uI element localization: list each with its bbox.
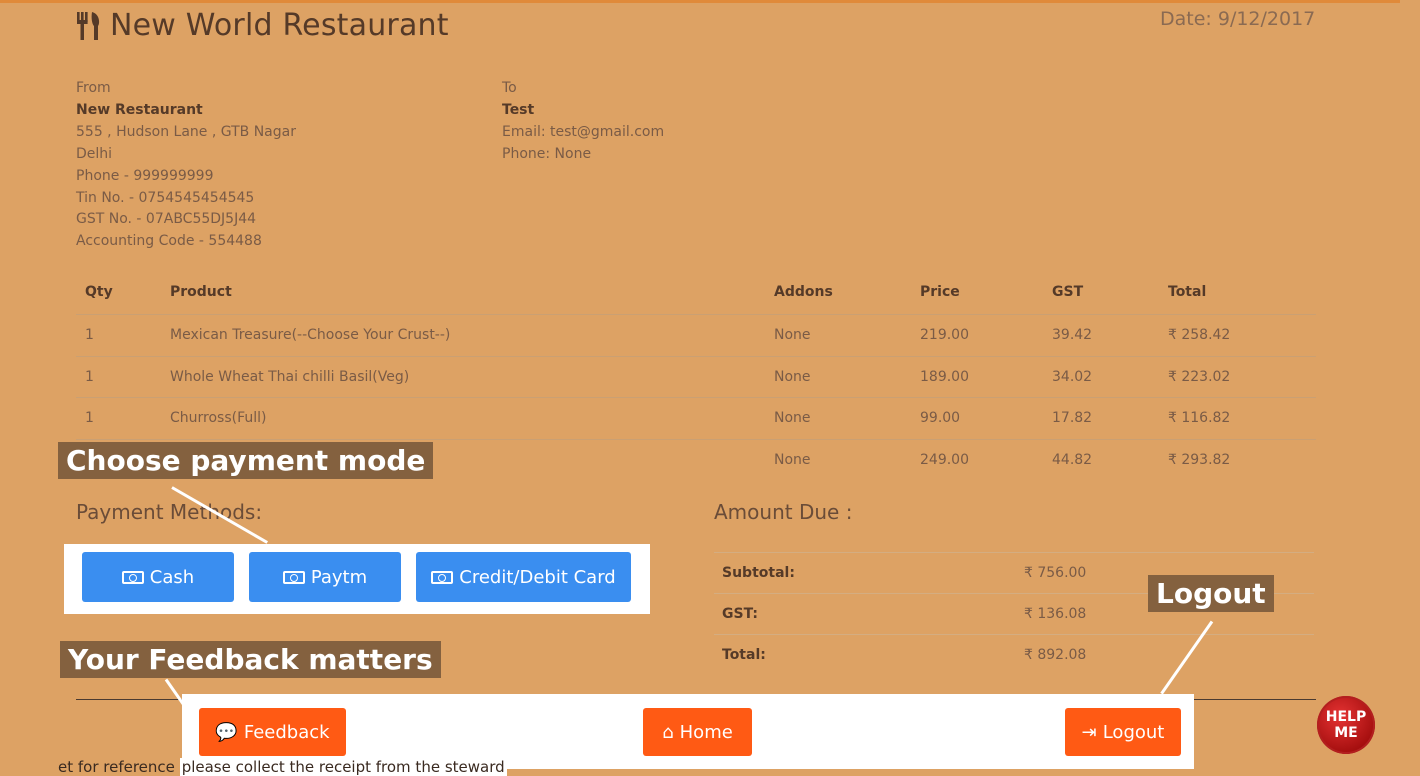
- receipt-note-left: et for reference: [58, 758, 175, 776]
- from-name: New Restaurant: [76, 101, 203, 118]
- cell-price: 99.00: [920, 410, 961, 426]
- help-line1: HELP: [1325, 709, 1367, 725]
- total-row: Total: ₹ 892.08: [714, 634, 1314, 675]
- header-price: Price: [920, 284, 960, 300]
- feedback-button[interactable]: 💬 Feedback: [199, 708, 346, 756]
- cell-qty: 1: [85, 368, 94, 385]
- receipt-note: et for reference please collect the rece…: [58, 758, 507, 776]
- cell-gst: 34.02: [1052, 368, 1093, 385]
- subtotal-label: Subtotal:: [722, 565, 795, 581]
- cell-price: 249.00: [920, 451, 969, 468]
- invoice-date: Date: 9/12/2017: [1160, 8, 1316, 30]
- top-border: [0, 0, 1400, 3]
- cell-addons: None: [774, 327, 811, 343]
- comment-icon: 💬: [215, 721, 238, 743]
- table-row: 1 Churross(Full) None 99.00 17.82 ₹ 116.…: [76, 397, 1316, 439]
- cell-total: ₹ 116.82: [1168, 410, 1231, 426]
- home-button[interactable]: ⌂ Home: [643, 708, 752, 756]
- cash-button-label: Cash: [149, 566, 195, 588]
- home-icon: ⌂: [662, 721, 674, 743]
- home-button-label: Home: [679, 721, 733, 743]
- cutlery-icon: [77, 11, 100, 40]
- cell-total: ₹ 258.42: [1168, 327, 1231, 343]
- gst-value: ₹ 136.08: [1024, 606, 1087, 622]
- header-qty: Qty: [85, 284, 113, 300]
- cell-product: Churross(Full): [170, 410, 267, 426]
- header-brand: New World Restaurant: [76, 8, 449, 43]
- money-icon: [121, 570, 144, 584]
- help-me-button[interactable]: HELP ME: [1317, 696, 1375, 754]
- total-label: Total:: [722, 647, 766, 663]
- payment-methods-title: Payment Methods:: [76, 500, 263, 524]
- feedback-button-label: Feedback: [243, 721, 330, 743]
- cell-qty: 1: [85, 327, 94, 343]
- cell-product: Whole Wheat Thai chilli Basil(Veg): [170, 368, 410, 385]
- from-label: From: [76, 80, 111, 96]
- from-line: Tin No. - 0754545454545: [76, 189, 255, 206]
- header-product: Product: [170, 284, 232, 300]
- amount-due-title: Amount Due :: [714, 500, 853, 524]
- card-button[interactable]: Credit/Debit Card: [416, 552, 631, 602]
- from-line: Delhi: [76, 145, 113, 162]
- help-line2: ME: [1334, 725, 1358, 741]
- paytm-button-label: Paytm: [310, 566, 368, 588]
- money-icon: [282, 570, 305, 584]
- paytm-button[interactable]: Paytm: [249, 552, 401, 602]
- header-total: Total: [1168, 284, 1207, 300]
- to-line: Phone: None: [502, 145, 592, 162]
- money-icon: [431, 570, 454, 584]
- total-value: ₹ 892.08: [1024, 647, 1087, 663]
- logout-button[interactable]: ⇥ Logout: [1065, 708, 1181, 756]
- cell-total: ₹ 223.02: [1168, 368, 1231, 385]
- receipt-note-right: please collect the receipt from the stew…: [179, 758, 507, 776]
- cell-addons: None: [774, 368, 811, 385]
- payment-mode-callout: Choose payment mode: [58, 442, 434, 479]
- cell-price: 189.00: [920, 368, 969, 385]
- to-name: Test: [502, 101, 535, 118]
- sign-out-icon: ⇥: [1081, 721, 1097, 743]
- header-addons: Addons: [774, 284, 833, 300]
- cell-price: 219.00: [920, 327, 969, 343]
- cell-total: ₹ 293.82: [1168, 451, 1231, 468]
- to-address: To Test Email: test@gmail.com Phone: Non…: [502, 78, 664, 166]
- amount-due-table: Subtotal: ₹ 756.00 GST: ₹ 136.08 Total: …: [714, 552, 1314, 675]
- restaurant-name: New World Restaurant: [110, 8, 449, 43]
- cell-gst: 44.82: [1052, 451, 1093, 468]
- table-row: 1 Whole Wheat Thai chilli Basil(Veg) Non…: [76, 355, 1316, 398]
- cell-gst: 39.42: [1052, 327, 1093, 343]
- card-button-label: Credit/Debit Card: [459, 566, 616, 588]
- table-header-row: Qty Product Addons Price GST Total: [76, 272, 1316, 314]
- from-line: Accounting Code - 554488: [76, 233, 262, 250]
- from-line: 555 , Hudson Lane , GTB Nagar: [76, 123, 296, 140]
- table-row: 1 Mexican Treasure(--Choose Your Crust--…: [76, 314, 1316, 356]
- cell-gst: 17.82: [1052, 410, 1093, 426]
- header-gst: GST: [1052, 284, 1084, 300]
- cell-addons: None: [774, 451, 811, 468]
- cell-addons: None: [774, 410, 811, 426]
- logout-callout: Logout: [1148, 575, 1274, 612]
- to-label: To: [502, 80, 517, 96]
- feedback-callout: Your Feedback matters: [60, 641, 441, 678]
- cash-button[interactable]: Cash: [82, 552, 234, 602]
- logout-button-label: Logout: [1102, 721, 1165, 743]
- from-line: GST No. - 07ABC55DJ5J44: [76, 211, 257, 228]
- gst-label: GST:: [722, 606, 758, 622]
- subtotal-value: ₹ 756.00: [1024, 565, 1087, 581]
- cell-qty: 1: [85, 410, 94, 426]
- from-line: Phone - 999999999: [76, 167, 214, 184]
- to-line: Email: test@gmail.com: [502, 123, 665, 140]
- cell-product: Mexican Treasure(--Choose Your Crust--): [170, 327, 451, 343]
- from-address: From New Restaurant 555 , Hudson Lane , …: [76, 78, 296, 253]
